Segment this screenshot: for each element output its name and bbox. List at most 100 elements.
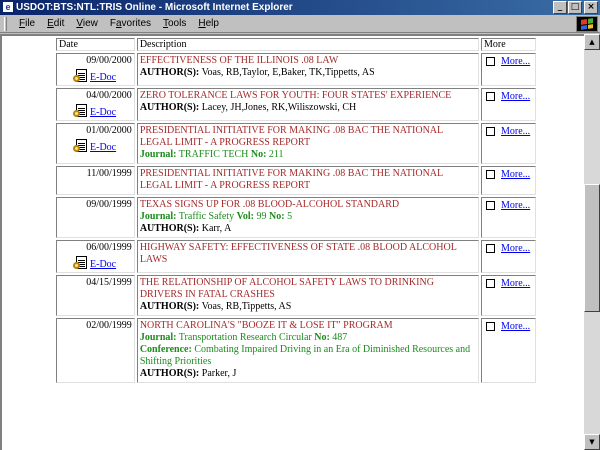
select-checkbox[interactable] bbox=[486, 127, 495, 136]
more-cell: More... bbox=[481, 88, 536, 121]
vertical-scrollbar[interactable]: ▲ ▼ bbox=[584, 34, 600, 450]
ie-page-icon: e bbox=[2, 1, 14, 13]
edoc-document-icon[interactable] bbox=[73, 69, 89, 83]
header-date: Date bbox=[56, 38, 135, 51]
more-link[interactable]: More... bbox=[501, 278, 530, 289]
select-checkbox[interactable] bbox=[486, 201, 495, 210]
select-checkbox[interactable] bbox=[486, 322, 495, 331]
menu-edit[interactable]: Edit bbox=[41, 15, 70, 32]
menu-help[interactable]: Help bbox=[192, 15, 225, 32]
description-cell: ZERO TOLERANCE LAWS FOR YOUTH: FOUR STAT… bbox=[136, 88, 479, 121]
toolbar-grip bbox=[4, 17, 7, 31]
select-checkbox[interactable] bbox=[486, 244, 495, 253]
menu-view[interactable]: View bbox=[70, 15, 104, 32]
edoc-link-group[interactable]: E-Doc bbox=[73, 139, 132, 153]
authors-label: AUTHOR(S): bbox=[139, 301, 200, 312]
record-title: NORTH CAROLINA'S "BOOZE IT & LOSE IT" PR… bbox=[139, 320, 393, 331]
authors-label: AUTHOR(S): bbox=[139, 368, 200, 379]
select-checkbox[interactable] bbox=[486, 170, 495, 179]
table-row: 11/00/1999 PRESIDENTIAL INITIATIVE FOR MA… bbox=[56, 166, 536, 195]
record-title: TEXAS SIGNS UP FOR .08 BLOOD-ALCOHOL STA… bbox=[139, 199, 400, 210]
record-date: 04/00/2000 bbox=[86, 90, 132, 101]
edoc-link-group[interactable]: E-Doc bbox=[73, 104, 132, 118]
menu-file[interactable]: File bbox=[13, 15, 41, 32]
journal-line: Journal: Traffic Safety Vol: 99 No: 5 bbox=[139, 211, 293, 222]
more-cell: More... bbox=[481, 123, 536, 164]
edoc-link-group[interactable]: E-Doc bbox=[73, 69, 132, 83]
table-header-row: Date Description More bbox=[56, 38, 536, 51]
description-cell: PRESIDENTIAL INITIATIVE FOR MAKING .08 B… bbox=[136, 123, 479, 164]
more-link[interactable]: More... bbox=[501, 321, 530, 332]
more-group: More... bbox=[484, 278, 533, 289]
vol-label: Vol: bbox=[236, 211, 254, 222]
authors-line: AUTHOR(S): Voas, RB,Taylor, E,Baker, TK,… bbox=[139, 67, 375, 78]
edoc-document-icon[interactable] bbox=[73, 104, 89, 118]
scroll-up-button[interactable]: ▲ bbox=[584, 34, 600, 50]
edoc-link-group[interactable]: E-Doc bbox=[73, 256, 132, 270]
header-more: More bbox=[481, 38, 536, 51]
no-label: No: bbox=[314, 332, 330, 343]
record-date: 09/00/1999 bbox=[86, 199, 132, 210]
table-row: 09/00/1999 TEXAS SIGNS UP FOR .08 BLOOD-A… bbox=[56, 197, 536, 238]
no-label: No: bbox=[250, 149, 267, 160]
edoc-link[interactable]: E-Doc bbox=[90, 107, 116, 118]
record-title: ZERO TOLERANCE LAWS FOR YOUTH: FOUR STAT… bbox=[139, 90, 452, 101]
more-group: More... bbox=[484, 243, 533, 254]
more-link[interactable]: More... bbox=[501, 91, 530, 102]
more-link[interactable]: More... bbox=[501, 243, 530, 254]
description-cell: EFFECTIVENESS OF THE ILLINOIS .08 LAW AUT… bbox=[136, 53, 479, 86]
more-link[interactable]: More... bbox=[501, 56, 530, 67]
authors-line: AUTHOR(S): Lacey, JH,Jones, RK,Wiliszows… bbox=[139, 102, 357, 113]
authors-line: AUTHOR(S): Parker, J bbox=[139, 368, 237, 379]
window-controls: _ □ × bbox=[552, 1, 598, 14]
more-group: More... bbox=[484, 169, 533, 180]
more-link[interactable]: More... bbox=[501, 200, 530, 211]
edoc-document-icon[interactable] bbox=[73, 139, 89, 153]
scroll-down-button[interactable]: ▼ bbox=[584, 434, 600, 450]
journal-line: Journal: TRAFFIC TECH No: 211 bbox=[139, 149, 284, 160]
edoc-link[interactable]: E-Doc bbox=[90, 259, 116, 270]
date-cell: 09/00/1999 bbox=[56, 197, 135, 238]
authors-label: AUTHOR(S): bbox=[139, 67, 200, 78]
window-title: USDOT:BTS:NTL:TRIS Online - Microsoft In… bbox=[16, 2, 293, 13]
more-link[interactable]: More... bbox=[501, 169, 530, 180]
scroll-thumb[interactable] bbox=[584, 184, 600, 312]
header-description: Description bbox=[136, 38, 479, 51]
menu-favorites[interactable]: Favorites bbox=[104, 15, 157, 32]
journal-label: Journal: bbox=[139, 149, 177, 160]
record-title: HIGHWAY SAFETY: EFFECTIVENESS OF STATE .… bbox=[139, 242, 457, 265]
select-checkbox[interactable] bbox=[486, 57, 495, 66]
more-cell: More... bbox=[481, 240, 536, 273]
close-button[interactable]: × bbox=[584, 1, 598, 14]
windows-logo-throbber bbox=[576, 16, 598, 32]
edoc-link[interactable]: E-Doc bbox=[90, 142, 116, 153]
menu-bar: File Edit View Favorites Tools Help bbox=[0, 15, 600, 33]
no-label: No: bbox=[269, 211, 285, 222]
date-cell: 02/00/1999 bbox=[56, 318, 135, 383]
table-row: 09/00/2000 E-Doc EFFECTIVENESS OF THE ILLI… bbox=[56, 53, 536, 86]
conference-label: Conference: bbox=[139, 344, 192, 355]
edoc-link[interactable]: E-Doc bbox=[90, 72, 116, 83]
more-cell: More... bbox=[481, 318, 536, 383]
edoc-document-icon[interactable] bbox=[73, 256, 89, 270]
results-table: Date Description More 09/00/2000 E-Doc EFF… bbox=[54, 36, 538, 385]
more-link[interactable]: More... bbox=[501, 126, 530, 137]
more-cell: More... bbox=[481, 197, 536, 238]
minimize-button[interactable]: _ bbox=[553, 1, 567, 14]
journal-line: Journal: Transportation Research Circula… bbox=[139, 332, 348, 343]
record-title: THE RELATIONSHIP OF ALCOHOL SAFETY LAWS … bbox=[139, 277, 434, 300]
authors-line: AUTHOR(S): Karr, A bbox=[139, 223, 232, 234]
more-group: More... bbox=[484, 56, 533, 67]
journal-label: Journal: bbox=[139, 211, 177, 222]
select-checkbox[interactable] bbox=[486, 279, 495, 288]
table-row: 01/00/2000 E-Doc PRESIDENTIAL INITIATIVE F… bbox=[56, 123, 536, 164]
more-cell: More... bbox=[481, 275, 536, 316]
table-row: 02/00/1999 NORTH CAROLINA'S "BOOZE IT & L… bbox=[56, 318, 536, 383]
description-cell: PRESIDENTIAL INITIATIVE FOR MAKING .08 B… bbox=[136, 166, 479, 195]
maximize-button[interactable]: □ bbox=[568, 1, 582, 14]
record-title: EFFECTIVENESS OF THE ILLINOIS .08 LAW bbox=[139, 55, 339, 66]
authors-line: AUTHOR(S): Voas, RB,Tippetts, AS bbox=[139, 301, 292, 312]
window-titlebar[interactable]: e USDOT:BTS:NTL:TRIS Online - Microsoft … bbox=[0, 0, 600, 15]
select-checkbox[interactable] bbox=[486, 92, 495, 101]
menu-tools[interactable]: Tools bbox=[157, 15, 192, 32]
